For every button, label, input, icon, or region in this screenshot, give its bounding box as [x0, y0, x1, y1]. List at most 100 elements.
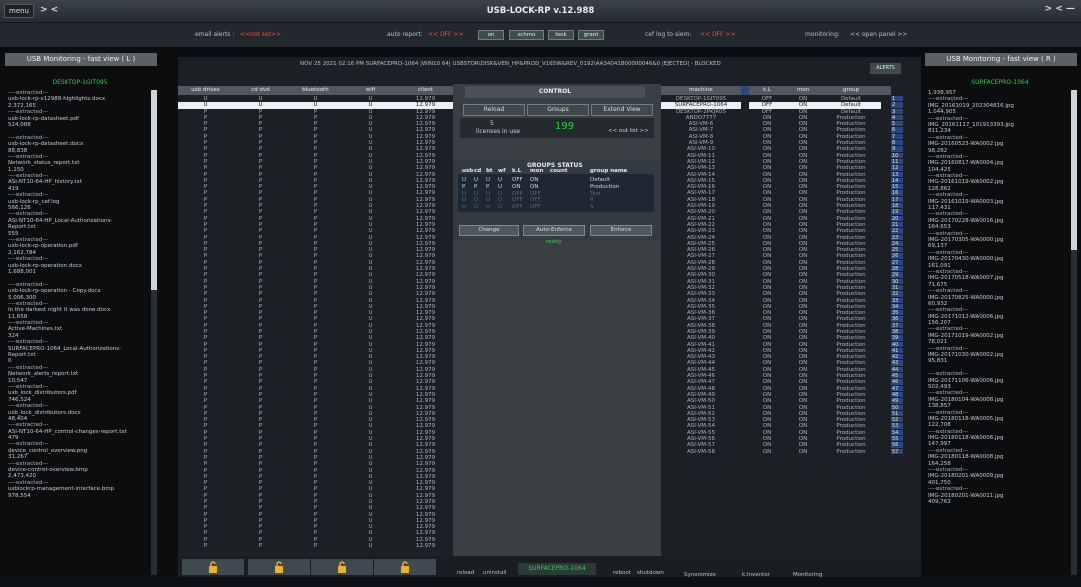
client-grid-column[interactable]: 12.979 12.979 12.979 12.979 12.979 12.979 12.9… [398, 96, 453, 551]
groups-status-cell[interactable]: U [486, 177, 490, 183]
chip-look[interactable]: look [548, 30, 574, 40]
groups-status-cell[interactable]: ON [530, 177, 538, 183]
groups-status-cell[interactable]: U [486, 204, 490, 210]
col-group[interactable]: group [821, 86, 881, 95]
groups-status-cell[interactable]: U [474, 204, 478, 210]
groups-status-cell[interactable]: U [462, 191, 466, 197]
col-wifi[interactable]: wifi [343, 86, 398, 95]
machine-cell[interactable]: ON [785, 449, 821, 455]
machine-grid-column[interactable]: OFF OFF OFF ON ON ON ON ON ON ON ON ON ON ON ON ON ON ON O… [749, 96, 785, 551]
groups-status-cell[interactable]: U [498, 191, 502, 197]
machine-grid-column[interactable]: ON ON ON ON ON ON ON ON ON ON ON ON ON ON ON ON ON ON ON ON… [785, 96, 821, 551]
col-usb-drives[interactable]: usb drives [178, 86, 233, 95]
groups-status-cell[interactable]: OFF [512, 191, 523, 197]
groups-status-cell[interactable]: U [498, 184, 502, 190]
reload-button[interactable]: Reload [463, 104, 525, 116]
grid-cell[interactable]: P [178, 543, 233, 549]
groups-status-cell[interactable]: P [462, 184, 465, 190]
lock-button[interactable] [311, 559, 373, 575]
groups-status-cell[interactable]: U [498, 197, 502, 203]
shutdown-button[interactable]: shutdown [637, 570, 664, 576]
uninstall-button[interactable]: uninstall [483, 570, 506, 576]
col-sort[interactable] [741, 86, 749, 95]
chip-on[interactable]: on [478, 30, 504, 40]
machine-cell[interactable]: ASI-VM-58 [661, 449, 741, 455]
grid-cell[interactable]: P [288, 543, 343, 549]
right-scroll-thumb[interactable] [1071, 90, 1077, 250]
chip-grant[interactable]: grant [578, 30, 604, 40]
groups-status-cell[interactable]: U [474, 197, 478, 203]
siem-value[interactable]: << OFF >> [700, 31, 736, 38]
license-total: 199 [555, 121, 575, 132]
grid-cell[interactable]: U [343, 543, 398, 549]
reboot-button[interactable]: reboot [613, 570, 631, 576]
groups-status-cell[interactable]: P [486, 184, 489, 190]
groups-status-cell[interactable]: OFF [512, 204, 523, 210]
groups-status-cell[interactable]: OFF [530, 191, 541, 197]
groups-status-cell[interactable]: S [590, 204, 594, 210]
right-file-list[interactable]: 1,938,957 ----extracted--- IMG_20161019_20… [928, 90, 1068, 575]
out-list-link[interactable]: << out list >> [608, 128, 649, 134]
groups-status-cell[interactable]: Default [590, 177, 610, 183]
left-scrollbar[interactable] [151, 90, 157, 575]
grid-cell[interactable]: 12.979 [398, 543, 453, 549]
col-bluetooth[interactable]: bluetooth [288, 86, 343, 95]
col-machine[interactable]: machine [661, 86, 741, 95]
groups-status-cell[interactable]: Production [590, 184, 619, 190]
client-grid-column[interactable]: UUPPPPPPPPPPPPPPPPPPPPPPPPPPPPPPPPPPPPPP… [288, 96, 343, 551]
col-mon[interactable]: mon [785, 86, 821, 95]
extend-view-button[interactable]: Extend View [591, 104, 653, 116]
machine-grid-column[interactable]: Default Default Default Production Productio… [821, 96, 881, 551]
file-list-item[interactable]: 978,554 [8, 493, 148, 499]
grid-cell[interactable]: P [233, 543, 288, 549]
groups-status-cell[interactable]: Test [590, 191, 601, 197]
footer-strip [0, 577, 1081, 587]
groups-status-cell[interactable]: R [590, 197, 594, 203]
groups-button[interactable]: Groups [527, 104, 589, 116]
groups-status-cell[interactable]: OFF [530, 197, 541, 203]
col-kl[interactable]: k.L [749, 86, 785, 95]
lock-button[interactable] [374, 559, 436, 575]
groups-status-cell[interactable]: U [462, 197, 466, 203]
lock-button[interactable] [182, 559, 244, 575]
groups-status-cell[interactable]: ON [530, 184, 538, 190]
groups-status-cell[interactable]: U [498, 177, 502, 183]
groups-status-cell[interactable]: OFF [512, 197, 523, 203]
groups-status-text: ready [546, 239, 562, 245]
app-window: menu > < USB-LOCK-RP v.12.988 > < — emai… [0, 0, 1081, 587]
groups-status-cell[interactable]: OFF [512, 177, 523, 183]
window-controls[interactable]: > < — [1045, 4, 1075, 14]
groups-status-cell[interactable]: U [474, 177, 478, 183]
chip-schmo[interactable]: schmo [509, 30, 544, 40]
machine-cell[interactable]: ON [749, 449, 785, 455]
left-file-list[interactable]: ----extracted--- usb-lock-rp-v12988-highl… [8, 90, 148, 575]
enforce-button[interactable]: Enforce [590, 225, 652, 236]
left-scroll-thumb[interactable] [151, 90, 157, 290]
groups-status-cell[interactable]: U [486, 197, 490, 203]
email-alerts-value[interactable]: <<not set>> [240, 31, 281, 38]
reload-client-button[interactable]: reload [457, 570, 474, 576]
auto-report-value[interactable]: << OFF >> [428, 31, 464, 38]
groups-status-cell[interactable]: U [486, 191, 490, 197]
groups-status-cell[interactable]: ON [512, 184, 520, 190]
col-client[interactable]: client [398, 86, 453, 95]
client-grid-column[interactable]: UUPPPPPPPPPPPPPPPPPPPPPPPPPPPPPPPPPPPPPP… [233, 96, 288, 551]
alerts-button[interactable]: ALERTS [870, 63, 901, 74]
auto-enforce-button[interactable]: Auto-Enforce [523, 225, 585, 236]
right-scrollbar[interactable] [1071, 90, 1077, 575]
lock-button[interactable] [248, 559, 310, 575]
groups-status-cell[interactable]: U [498, 204, 502, 210]
change-button[interactable]: Change [459, 225, 519, 236]
client-grid-column[interactable]: UUUUUUUUUUUUUUUUUUUUUUUUUUUUUUUUUUUUUUUU… [343, 96, 398, 551]
groups-status-cell[interactable]: P [474, 184, 477, 190]
groups-status-cell[interactable]: U [462, 204, 466, 210]
groups-status-cell[interactable]: U [474, 191, 478, 197]
client-grid-column[interactable]: UUPPPPPPPPPPPPPPPPPPPPPPPPPPPPPPPPPPPPPP… [178, 96, 233, 551]
machine-grid-column[interactable]: DESKTOP-1GIT095 SURFACEPRO-1064 DESKTOP-2P… [661, 96, 741, 551]
monitoring-value[interactable]: << open panel >> [850, 31, 907, 38]
groups-status-cell[interactable]: U [462, 177, 466, 183]
col-cd-dvd[interactable]: cd dvd [233, 86, 288, 95]
file-list-item[interactable]: 409,763 [928, 499, 1068, 505]
groups-status-cell[interactable]: OFF [530, 204, 541, 210]
machine-cell[interactable]: Production [821, 449, 881, 455]
